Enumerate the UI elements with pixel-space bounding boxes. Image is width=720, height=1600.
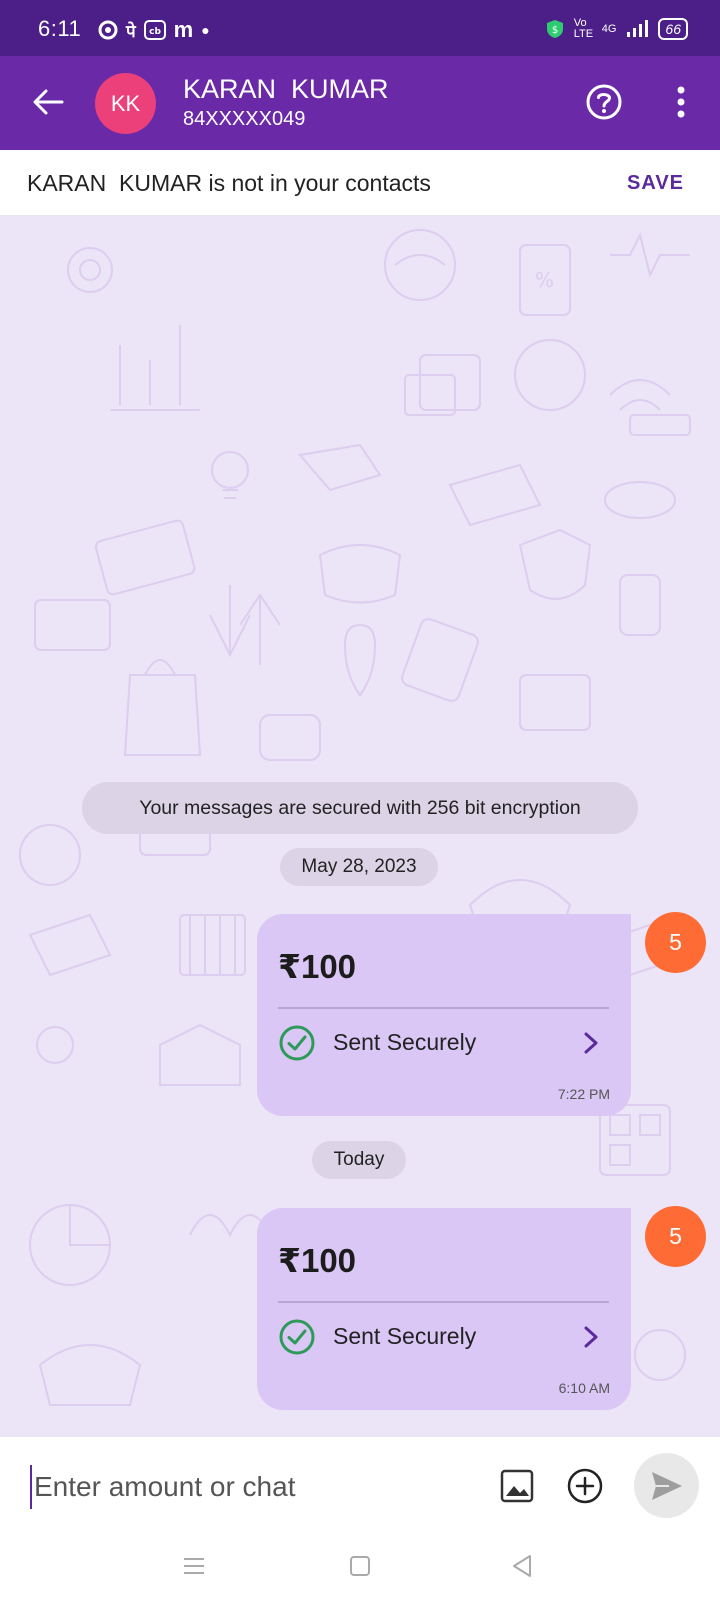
payment-amount: ₹100	[278, 1242, 357, 1279]
not-in-contacts-banner: KARAN KUMAR is not in your contacts SAVE	[0, 150, 720, 215]
date-separator: Today	[312, 1141, 406, 1179]
save-contact-button[interactable]: SAVE	[627, 172, 684, 195]
contact-phone: 84XXXXX049	[183, 108, 306, 130]
add-circle-icon[interactable]	[566, 1467, 604, 1505]
svg-text:cb: cb	[149, 27, 161, 37]
system-indicators: $ Vo LTE 4G 66	[546, 18, 688, 40]
date-separator: May 28, 2023	[280, 848, 438, 886]
payment-amount: ₹100	[278, 948, 357, 985]
payment-bubble[interactable]: ₹100 Sent Securely 7:22 PM	[257, 914, 631, 1116]
cb-icon: cb	[143, 20, 166, 40]
contact-name[interactable]: KARAN KUMAR	[183, 74, 389, 105]
notification-icons: पे cb m ●	[98, 17, 210, 43]
app-header: KK KARAN KUMAR 84XXXXX049	[0, 56, 720, 150]
chat-input[interactable]	[30, 1465, 470, 1509]
image-icon[interactable]	[500, 1469, 534, 1503]
encryption-notice: Your messages are secured with 256 bit e…	[82, 782, 638, 834]
avatar[interactable]: KK	[95, 73, 156, 134]
recents-icon[interactable]	[183, 1555, 205, 1577]
status-bar: 6:11 पे cb m ● $ Vo LTE 4G 66	[0, 0, 720, 56]
check-circle-icon	[279, 1025, 315, 1061]
back-arrow-icon[interactable]	[28, 82, 68, 122]
signal-icon	[627, 20, 649, 37]
battery-indicator: 66	[658, 18, 688, 40]
dot-icon: ●	[201, 22, 210, 38]
chat-area[interactable]: % Your messages are secured with 256 bit…	[0, 215, 720, 1437]
bubble-divider	[278, 1301, 609, 1303]
payment-status: Sent Securely	[333, 1029, 477, 1055]
send-button[interactable]	[634, 1453, 699, 1518]
check-circle-icon	[279, 1319, 315, 1355]
status-time: 6:11	[38, 16, 82, 41]
payment-bubble[interactable]: ₹100 Sent Securely 6:10 AM	[257, 1208, 631, 1410]
home-icon[interactable]	[349, 1555, 371, 1577]
system-nav-bar	[0, 1535, 720, 1600]
pe-icon: पे	[126, 21, 136, 41]
reward-badge[interactable]: 5	[645, 912, 706, 973]
volte-label: Vo LTE	[573, 17, 594, 40]
svg-text:$: $	[552, 25, 558, 36]
chevron-right-icon[interactable]	[581, 1031, 601, 1055]
back-triangle-icon[interactable]	[510, 1553, 534, 1579]
send-icon	[651, 1471, 682, 1500]
message-time: 6:10 AM	[558, 1380, 610, 1396]
shield-icon: $	[546, 20, 563, 38]
help-icon[interactable]	[584, 82, 624, 122]
more-options-icon[interactable]	[666, 82, 696, 122]
reward-badge[interactable]: 5	[645, 1206, 706, 1267]
sync-icon	[98, 20, 118, 40]
m-icon: m	[173, 17, 194, 42]
payment-status: Sent Securely	[333, 1323, 477, 1349]
message-input-bar	[0, 1437, 720, 1535]
svg-text:%: %	[535, 268, 554, 292]
chevron-right-icon[interactable]	[581, 1325, 601, 1349]
network-label: 4G	[601, 23, 617, 35]
bubble-divider	[278, 1007, 609, 1009]
banner-text: KARAN KUMAR is not in your contacts	[27, 170, 431, 196]
message-time: 7:22 PM	[557, 1086, 610, 1102]
